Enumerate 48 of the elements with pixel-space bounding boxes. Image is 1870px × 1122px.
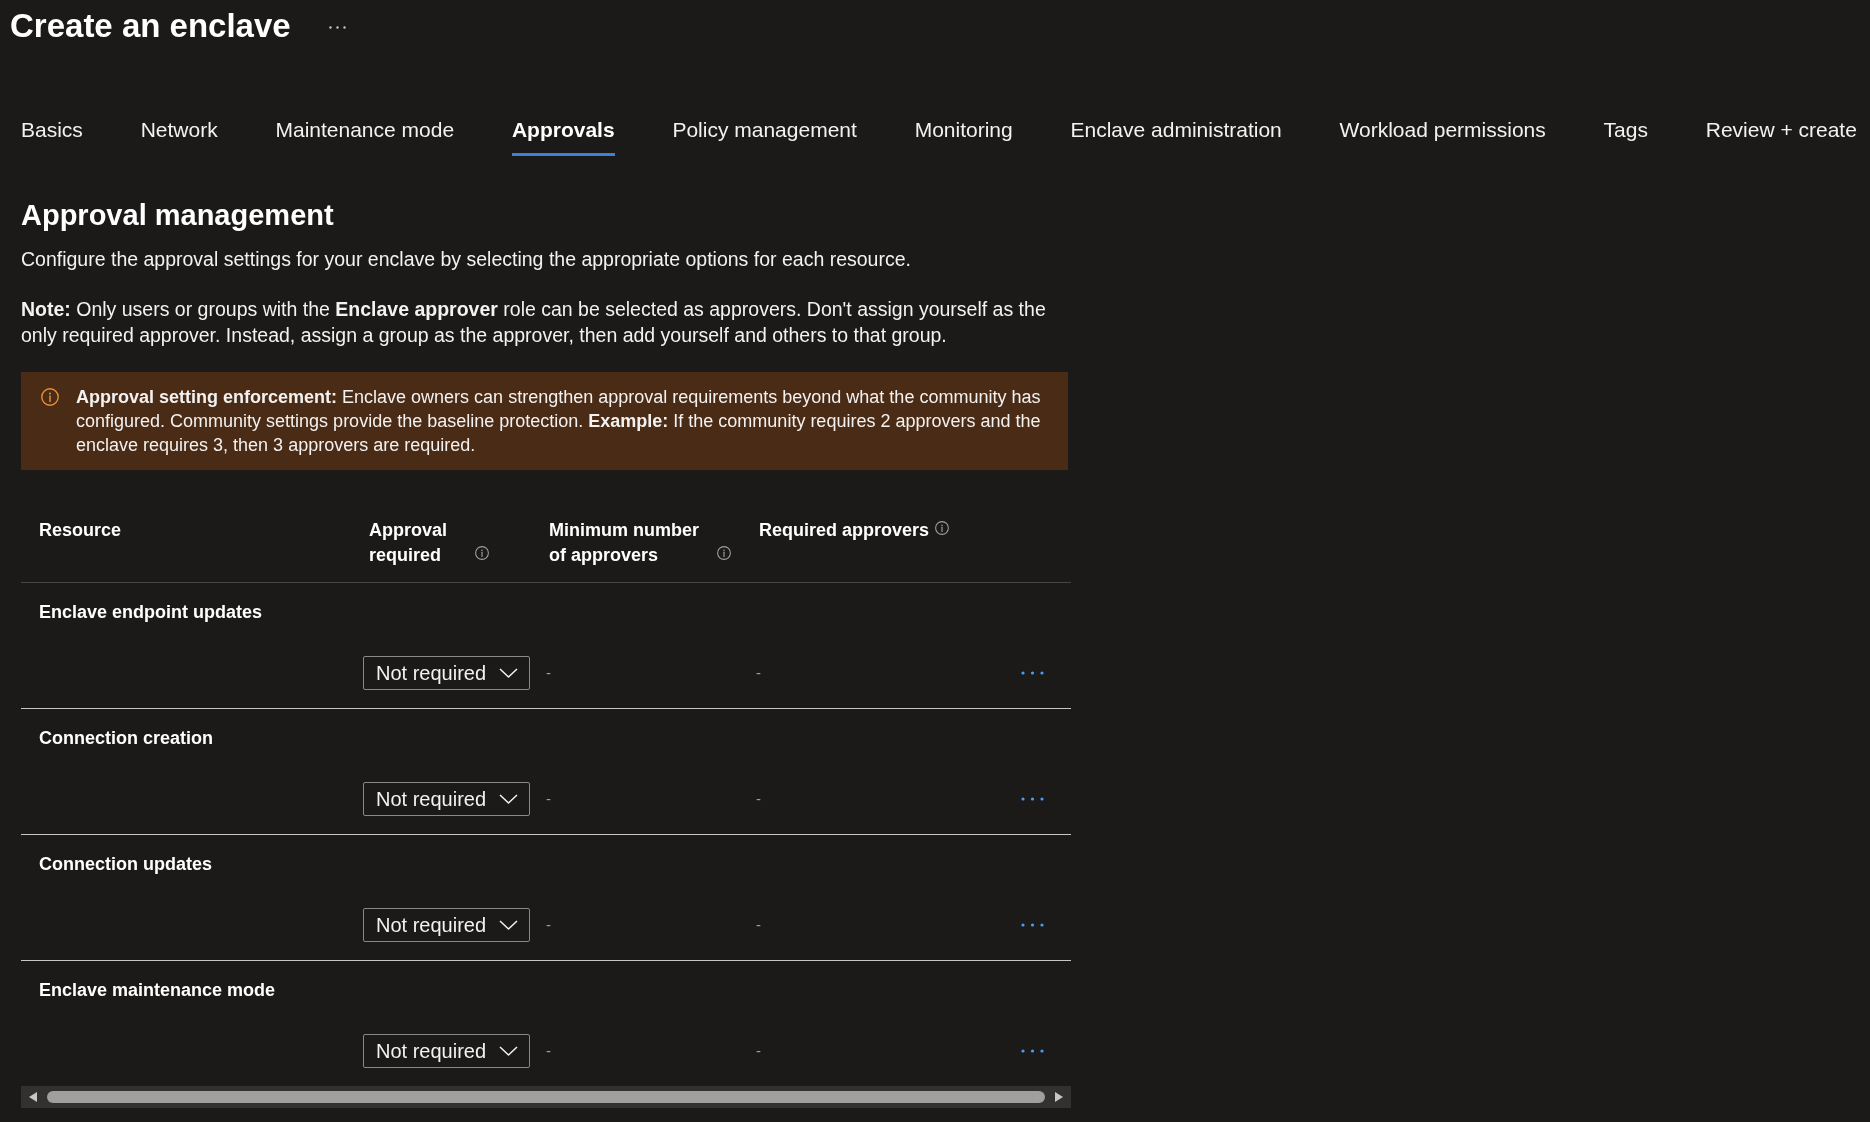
table-cell-text: - (756, 914, 761, 935)
table-cell-text: - (546, 914, 551, 935)
approval-dropdown[interactable]: Not required (363, 908, 530, 942)
more-icon[interactable] (1021, 1049, 1044, 1053)
table-cell-text: - (756, 1040, 761, 1061)
info-icon (41, 388, 59, 406)
tab[interactable]: Tags (1603, 117, 1648, 156)
alert-message: Approval setting enforcement: Enclave owners can strengthen approval requirements beyond what the community has configured. Community settings provide the baseline protection. Example: If the community requires 2 approvers and the enclave requires 3, then 3 approvers are required. (76, 386, 1042, 457)
table-cell-text: - (546, 662, 551, 683)
resource-name: Connection creation (39, 727, 213, 749)
chevron-down-icon (499, 920, 518, 930)
approval-dropdown[interactable]: Not required (363, 782, 530, 816)
caret-right-icon[interactable] (1055, 1092, 1063, 1102)
tab[interactable]: Approvals (511, 117, 615, 156)
table-cell-text: - (546, 788, 551, 809)
caret-left-icon[interactable] (29, 1092, 37, 1102)
chevron-down-icon (499, 1046, 518, 1056)
column-header: Required approvers (759, 519, 930, 542)
note-text: Note: Only users or groups with the Enclave approver role can be selected as approvers. Don't assign yourself as the only required approver. Instead, assign a group as the approver, then add yourself and others to that group. (21, 297, 1047, 348)
scrollbar-thumb[interactable] (47, 1091, 1045, 1103)
chevron-down-icon (499, 794, 518, 804)
description-text: Configure the approval settings for your enclave by selecting the appropriate options for each resource. (21, 247, 912, 272)
section-heading: Approval management (21, 198, 335, 232)
tab[interactable]: Workload permissions (1339, 117, 1546, 156)
resource-name: Connection updates (39, 853, 212, 875)
tab[interactable]: Monitoring (914, 117, 1013, 156)
table-cell-text: - (546, 1040, 551, 1061)
tab[interactable]: Maintenance mode (275, 117, 455, 156)
more-icon[interactable] (1021, 671, 1044, 675)
resource-name: Enclave endpoint updates (39, 601, 263, 623)
approval-dropdown[interactable]: Not required (363, 656, 530, 690)
approval-dropdown[interactable]: Not required (363, 1034, 530, 1068)
tab[interactable]: Enclave administration (1070, 117, 1282, 156)
tab[interactable]: Policy management (672, 117, 857, 156)
more-icon[interactable] (328, 25, 346, 29)
page-title: Create an enclave (10, 6, 291, 46)
column-header: Minimum number of approvers (549, 519, 700, 567)
table-cell-text: - (756, 662, 761, 683)
tab[interactable]: Review + create (1705, 117, 1857, 156)
column-header: Resource (39, 519, 122, 542)
tab[interactable]: Basics (21, 117, 83, 156)
more-icon[interactable] (1021, 797, 1044, 801)
more-icon[interactable] (1021, 923, 1044, 927)
resource-name: Enclave maintenance mode (39, 979, 276, 1001)
chevron-down-icon (499, 668, 518, 678)
table-cell-text: - (756, 788, 761, 809)
tab[interactable]: Network (140, 117, 218, 156)
column-header: Approval required (369, 519, 448, 567)
